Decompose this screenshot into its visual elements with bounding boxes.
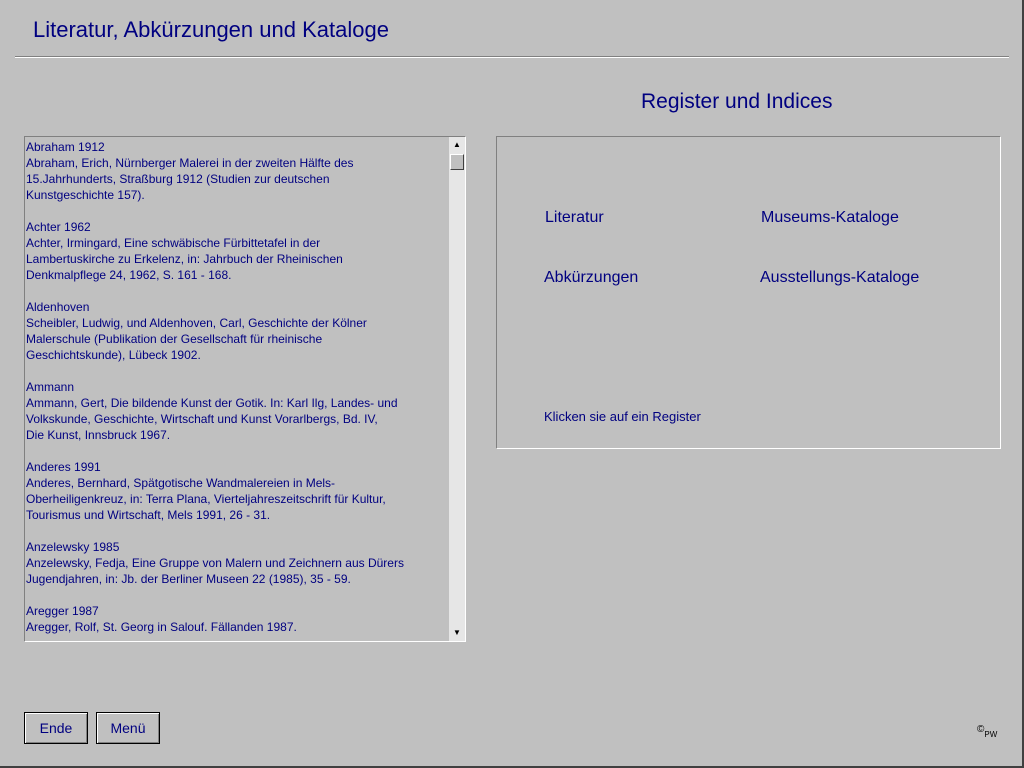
register-link-museums-kataloge[interactable]: Museums-Kataloge (761, 209, 899, 227)
literature-entry-line: Ammann, Gert, Die bildende Kunst der Got… (26, 396, 398, 410)
title-divider (15, 56, 1009, 58)
literature-list[interactable]: Abraham 1912 Abraham, Erich, Nürnberger M… (24, 136, 466, 642)
page-title: Literatur, Abkürzungen und Kataloge (33, 17, 389, 42)
literature-entry: Ammann Ammann, Gert, Die bildende Kunst d… (26, 379, 448, 443)
register-panel: Literatur Museums-Kataloge Abkürzungen A… (496, 136, 1001, 449)
literature-entry-key: Anderes 1991 (26, 460, 101, 474)
register-link-literatur[interactable]: Literatur (545, 209, 604, 227)
register-hint: Klicken sie auf ein Register (544, 409, 701, 424)
scroll-up-icon[interactable]: ▲ (449, 137, 465, 153)
literature-entry-line: Volkskunde, Geschichte, Wirtschaft und K… (26, 412, 378, 426)
literature-entry-key: Achter 1962 (26, 220, 91, 234)
literature-entry-line: Geschichtskunde), Lübeck 1902. (26, 348, 201, 362)
register-link-ausstellungs-kataloge[interactable]: Ausstellungs-Kataloge (760, 269, 919, 287)
scroll-down-icon[interactable]: ▼ (449, 625, 465, 641)
literature-entry: Anzelewsky 1985 Anzelewsky, Fedja, Eine G… (26, 539, 448, 587)
literature-entry-line: 15.Jahrhunderts, Straßburg 1912 (Studien… (26, 172, 330, 186)
literature-entry-key: Aldenhoven (26, 300, 90, 314)
literature-entry-line: Malerschule (Publikation der Gesellschaf… (26, 332, 323, 346)
literature-entry-line: Scheibler, Ludwig, und Aldenhoven, Carl,… (26, 316, 367, 330)
app-window: Literatur, Abkürzungen und Kataloge Abra… (0, 0, 1024, 768)
literature-entry-line: Lambertuskirche zu Erkelenz, in: Jahrbuc… (26, 252, 343, 266)
literature-entry-key: Abraham 1912 (26, 140, 105, 154)
literature-entry: Achter 1962 Achter, Irmingard, Eine schwä… (26, 219, 448, 283)
literature-entry-line: Denkmalpflege 24, 1962, S. 161 - 168. (26, 268, 232, 282)
literature-entry-key: Ammann (26, 380, 75, 394)
literature-scrollbar[interactable]: ▲ ▼ (449, 137, 465, 641)
literature-entry: Abraham 1912 Abraham, Erich, Nürnberger M… (26, 139, 448, 203)
literature-entry-line: Kunstgeschichte 157). (26, 188, 145, 202)
literature-entry-line: Oberheiligenkreuz, in: Terra Plana, Vier… (26, 492, 386, 506)
literature-entry-line: Tourismus und Wirtschaft, Mels 1991, 26 … (26, 508, 271, 522)
literature-entry-key: Anzelewsky 1985 (26, 540, 120, 554)
copyright-mark: ©PW (977, 724, 998, 739)
literature-entry-key: Aregger 1987 (26, 604, 99, 618)
literature-entry-line: Anderes, Bernhard, Spätgotische Wandmale… (26, 476, 336, 490)
literature-entry-line: Aregger, Rolf, St. Georg in Salouf. Fäll… (26, 620, 297, 634)
literature-entry-line: Anzelewsky, Fedja, Eine Gruppe von Maler… (26, 556, 404, 570)
literature-text: Abraham 1912 Abraham, Erich, Nürnberger M… (26, 139, 448, 639)
ende-button[interactable]: Ende (24, 712, 88, 744)
literature-entry-line: Achter, Irmingard, Eine schwäbische Fürb… (26, 236, 321, 250)
literature-entry-line: Die Kunst, Innsbruck 1967. (26, 428, 171, 442)
register-link-abkuerzungen[interactable]: Abkürzungen (544, 269, 638, 287)
copyright-initials: PW (984, 730, 998, 739)
literature-entry: Aldenhoven Scheibler, Ludwig, und Aldenho… (26, 299, 448, 363)
literature-entry-line: Jugendjahren, in: Jb. der Berliner Musee… (26, 572, 351, 586)
menu-button[interactable]: Menü (96, 712, 160, 744)
literature-entry: Anderes 1991 Anderes, Bernhard, Spätgotis… (26, 459, 448, 523)
literature-entry-line: Abraham, Erich, Nürnberger Malerei in de… (26, 156, 354, 170)
register-heading: Register und Indices (641, 90, 833, 113)
scroll-thumb[interactable] (450, 154, 464, 170)
literature-entry: Aregger 1987 Aregger, Rolf, St. Georg in … (26, 603, 448, 635)
